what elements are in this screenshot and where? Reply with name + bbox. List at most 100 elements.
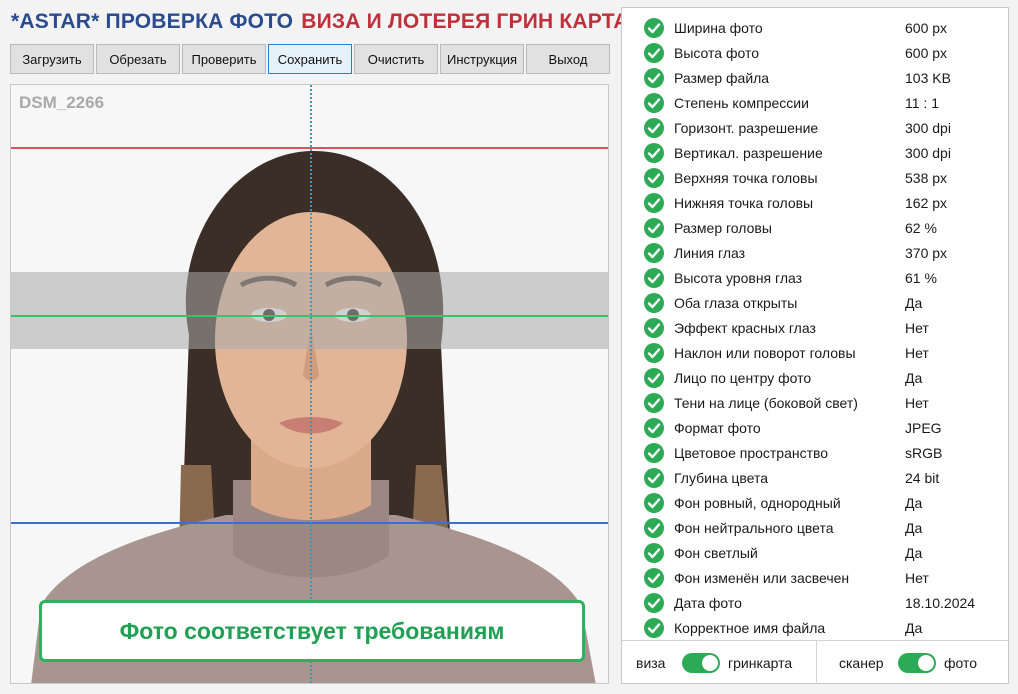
check-value: 18.10.2024 [905, 595, 976, 611]
check-row: Вертикал. разрешение 300 dpi [622, 140, 1008, 165]
check-ok-icon [644, 343, 664, 363]
check-row: Глубина цвета 24 bit [622, 465, 1008, 490]
toggle-greencard-label: гринкарта [728, 655, 793, 671]
check-value: sRGB [905, 445, 943, 461]
check-label: Горизонт. разрешение [674, 120, 819, 136]
exit-button[interactable]: Выход [526, 44, 610, 74]
check-label: Верхняя точка головы [674, 170, 818, 186]
check-row: Фон светлый Да [622, 540, 1008, 565]
center-line [310, 85, 312, 683]
check-value: Нет [905, 345, 929, 361]
save-button[interactable]: Сохранить [268, 44, 352, 74]
check-ok-icon [644, 18, 664, 38]
check-label: Размер файла [674, 70, 770, 86]
check-row: Высота уровня глаз 61 % [622, 265, 1008, 290]
check-ok-icon [644, 468, 664, 488]
crop-button[interactable]: Обрезать [96, 44, 180, 74]
check-ok-icon [644, 543, 664, 563]
toggles-bar: виза гринкарта сканер фото [622, 641, 1008, 684]
check-row: Корректное имя файла Да [622, 615, 1008, 640]
check-label: Корректное имя файла [674, 620, 826, 636]
check-ok-icon [644, 193, 664, 213]
check-row: Формат фото JPEG [622, 415, 1008, 440]
check-label: Размер головы [674, 220, 772, 236]
check-row: Фон изменён или засвечен Нет [622, 565, 1008, 590]
check-value: Нет [905, 395, 929, 411]
check-ok-icon [644, 418, 664, 438]
check-value: 300 dpi [905, 145, 951, 161]
check-label: Фон изменён или засвечен [674, 570, 850, 586]
check-ok-icon [644, 43, 664, 63]
check-ok-icon [644, 243, 664, 263]
check-label: Фон нейтрального цвета [674, 520, 834, 536]
visa-greencard-toggle[interactable] [682, 653, 720, 673]
load-button[interactable]: Загрузить [10, 44, 94, 74]
check-row: Высота фото 600 px [622, 40, 1008, 65]
check-ok-icon [644, 118, 664, 138]
check-value: 370 px [905, 245, 948, 261]
photo-preview[interactable]: DSM_2266 Фото соответствует требованиям [10, 84, 609, 684]
check-row: Размер файла 103 KB [622, 65, 1008, 90]
check-label: Наклон или поворот головы [674, 345, 856, 361]
check-row: Фон нейтрального цвета Да [622, 515, 1008, 540]
check-value: Да [905, 520, 923, 536]
check-ok-icon [644, 318, 664, 338]
check-value: 62 % [905, 220, 937, 236]
toggle-visa-label: виза [636, 655, 666, 671]
check-label: Цветовое пространство [674, 445, 829, 461]
check-row: Наклон или поворот головы Нет [622, 340, 1008, 365]
check-label: Фон ровный, однородный [674, 495, 841, 511]
check-row: Эффект красных глаз Нет [622, 315, 1008, 340]
check-value: JPEG [905, 420, 942, 436]
toggle-photo-label: фото [944, 655, 978, 671]
check-row: Ширина фото 600 px [622, 15, 1008, 40]
check-row: Размер головы 62 % [622, 215, 1008, 240]
check-value: 11 : 1 [905, 95, 939, 111]
check-ok-icon [644, 443, 664, 463]
check-label: Тени на лице (боковой свет) [674, 395, 858, 411]
check-ok-icon [644, 368, 664, 388]
check-value: Да [905, 370, 923, 386]
check-label: Эффект красных глаз [674, 320, 816, 336]
check-label: Вертикал. разрешение [674, 145, 823, 161]
check-label: Фон светлый [674, 545, 758, 561]
scanner-photo-toggle[interactable] [898, 653, 936, 673]
check-value: Да [905, 545, 923, 561]
check-value: Да [905, 620, 923, 636]
check-row: Тени на лице (боковой свет) Нет [622, 390, 1008, 415]
checks-list: Ширина фото 600 px Высота фото 600 px Размер… [622, 15, 1008, 640]
check-value: 162 px [905, 195, 948, 211]
app-title: *ASTAR* ПРОВЕРКА ФОТО ВИЗА И ЛОТЕРЕЯ ГРИН… [11, 10, 629, 34]
check-ok-icon [644, 168, 664, 188]
toggle-scanner-label: сканер [839, 655, 884, 671]
app-title-sub: ВИЗА И ЛОТЕРЕЯ ГРИН КАРТА [301, 10, 629, 33]
check-value: 103 KB [905, 70, 951, 86]
check-ok-icon [644, 218, 664, 238]
check-row: Горизонт. разрешение 300 dpi [622, 115, 1008, 140]
check-label: Дата фото [674, 595, 742, 611]
check-row: Линия глаз 370 px [622, 240, 1008, 265]
check-value: Нет [905, 320, 929, 336]
check-row: Нижняя точка головы 162 px [622, 190, 1008, 215]
check-ok-icon [644, 268, 664, 288]
check-ok-icon [644, 68, 664, 88]
check-label: Ширина фото [674, 20, 763, 36]
toggle-knob [702, 655, 718, 671]
check-value: 300 dpi [905, 120, 951, 136]
check-ok-icon [644, 143, 664, 163]
clear-button[interactable]: Очистить [354, 44, 438, 74]
check-label: Высота уровня глаз [674, 270, 803, 286]
check-label: Степень компрессии [674, 95, 809, 111]
check-label: Нижняя точка головы [674, 195, 814, 211]
check-label: Глубина цвета [674, 470, 769, 486]
check-ok-icon [644, 93, 664, 113]
app-title-main: *ASTAR* ПРОВЕРКА ФОТО [11, 10, 294, 33]
check-button[interactable]: Проверить [182, 44, 266, 74]
checks-panel: Ширина фото 600 px Высота фото 600 px Размер… [621, 7, 1009, 684]
check-label: Оба глаза открыты [674, 295, 798, 311]
check-row: Фон ровный, однородный Да [622, 490, 1008, 515]
instructions-button[interactable]: Инструкция [440, 44, 524, 74]
check-value: 24 bit [905, 470, 940, 486]
check-value: 600 px [905, 20, 948, 36]
check-label: Высота фото [674, 45, 760, 61]
